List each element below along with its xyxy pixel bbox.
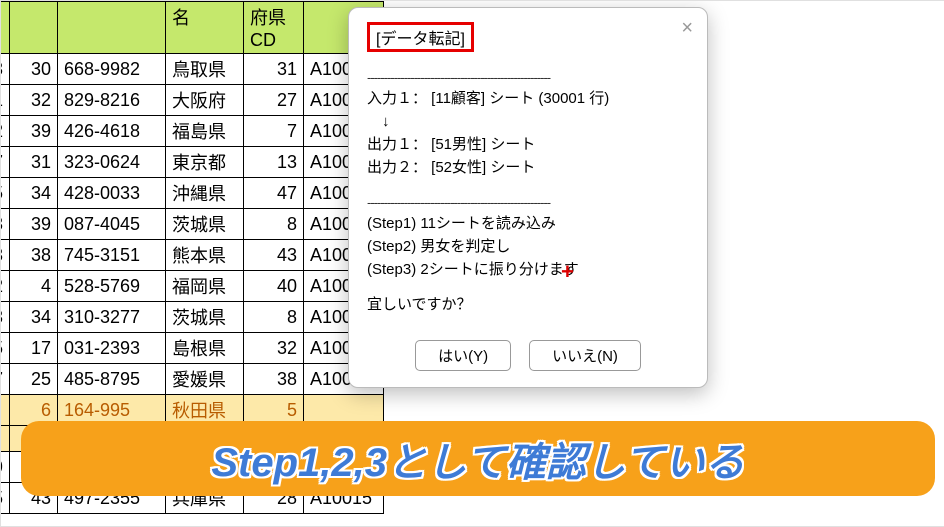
- table-row[interactable]: 731323-0624東京都13A100: [0, 147, 384, 178]
- table-row[interactable]: 132829-8216大阪府27A100: [0, 85, 384, 116]
- cell[interactable]: 25: [10, 364, 58, 395]
- cell[interactable]: 485-8795: [58, 364, 166, 395]
- cell[interactable]: 310-3277: [58, 302, 166, 333]
- cell[interactable]: 2: [0, 116, 10, 147]
- cell[interactable]: 茨城県: [166, 302, 244, 333]
- cell[interactable]: 31: [10, 147, 58, 178]
- cell[interactable]: 43: [244, 240, 304, 271]
- table-row[interactable]: 517031-2393島根県32A100: [0, 333, 384, 364]
- cell[interactable]: 福岡県: [166, 271, 244, 302]
- step3-line: (Step3) 2シートに振り分けます: [367, 258, 689, 279]
- cell[interactable]: 2: [0, 271, 10, 302]
- cell[interactable]: 668-9982: [58, 54, 166, 85]
- cell[interactable]: 東京都: [166, 147, 244, 178]
- step2-line: (Step2) 男女を判定し: [367, 235, 689, 256]
- cell[interactable]: 426-4618: [58, 116, 166, 147]
- cell[interactable]: 745-3151: [58, 240, 166, 271]
- cell[interactable]: 34: [10, 302, 58, 333]
- cell[interactable]: 8: [244, 209, 304, 240]
- cell[interactable]: 7: [244, 116, 304, 147]
- confirm-dialog: [データ転記] × ------------------------------…: [348, 7, 708, 388]
- header-prefcd: 府県 CD: [244, 2, 304, 54]
- cell[interactable]: 323-0624: [58, 147, 166, 178]
- table-row[interactable]: 24528-5769福岡県40A100: [0, 271, 384, 302]
- cell[interactable]: 32: [244, 333, 304, 364]
- cell[interactable]: 38: [244, 364, 304, 395]
- cell[interactable]: 428-0033: [58, 178, 166, 209]
- cell[interactable]: 829-8216: [58, 85, 166, 116]
- cell[interactable]: 40: [244, 271, 304, 302]
- input-line: 入力１： [11顧客] シート (30001 行): [367, 87, 689, 108]
- separator: ----------------------------------------…: [367, 70, 689, 85]
- caption-text: Step1,2,3として確認している: [211, 430, 744, 488]
- cell[interactable]: 7: [0, 364, 10, 395]
- caption-banner: Step1,2,3として確認している: [21, 421, 935, 496]
- cell[interactable]: 47: [244, 178, 304, 209]
- cell[interactable]: 087-4045: [58, 209, 166, 240]
- dialog-title: [データ転記]: [367, 22, 474, 52]
- cell[interactable]: 熊本県: [166, 240, 244, 271]
- cell[interactable]: 39: [10, 116, 58, 147]
- cell[interactable]: 34: [10, 178, 58, 209]
- step1-line: (Step1) 11シートを読み込み: [367, 212, 689, 233]
- cell[interactable]: 5: [0, 178, 10, 209]
- cell[interactable]: 福島県: [166, 116, 244, 147]
- cell[interactable]: 17: [10, 333, 58, 364]
- cell[interactable]: 8: [244, 302, 304, 333]
- cell[interactable]: 3: [0, 54, 10, 85]
- close-icon[interactable]: ×: [681, 18, 693, 38]
- cell[interactable]: 大阪府: [166, 85, 244, 116]
- cell[interactable]: 1: [0, 85, 10, 116]
- table-row[interactable]: 534428-0033沖縄県47A100: [0, 178, 384, 209]
- cell[interactable]: 30: [10, 54, 58, 85]
- cell[interactable]: 3: [0, 302, 10, 333]
- header-row: 名 府県 CD: [0, 2, 384, 54]
- cell[interactable]: 鳥取県: [166, 54, 244, 85]
- cell[interactable]: 38: [10, 240, 58, 271]
- cell[interactable]: [0, 426, 10, 452]
- cell[interactable]: 31: [244, 54, 304, 85]
- table-row[interactable]: 334310-3277茨城県8A100: [0, 302, 384, 333]
- cell[interactable]: 3: [0, 240, 10, 271]
- separator: ----------------------------------------…: [367, 195, 689, 210]
- cell[interactable]: 031-2393: [58, 333, 166, 364]
- cell[interactable]: 沖縄県: [166, 178, 244, 209]
- table-row[interactable]: 330668-9982鳥取県31A100: [0, 54, 384, 85]
- table-row[interactable]: 725485-8795愛媛県38A10011: [0, 364, 384, 395]
- cell[interactable]: 茨城県: [166, 209, 244, 240]
- cell[interactable]: 7: [0, 147, 10, 178]
- cell[interactable]: 愛媛県: [166, 364, 244, 395]
- cell[interactable]: 3: [0, 209, 10, 240]
- table-row[interactable]: 338745-3151熊本県43A100: [0, 240, 384, 271]
- arrow-line: ↓: [367, 110, 689, 131]
- cell[interactable]: 9: [0, 452, 10, 483]
- cell[interactable]: 5: [0, 483, 10, 514]
- table-row[interactable]: 239426-4618福島県7A100: [0, 116, 384, 147]
- output2-line: 出力２： [52女性] シート: [367, 156, 689, 177]
- screenshot: 名 府県 CD 330668-9982鳥取県31A100132829-8216大…: [0, 0, 944, 527]
- table-row[interactable]: 339087-4045茨城県8A100: [0, 209, 384, 240]
- cell[interactable]: 4: [10, 271, 58, 302]
- confirm-line: 宜しいですか？: [367, 293, 689, 314]
- cell[interactable]: 39: [10, 209, 58, 240]
- cell[interactable]: 32: [10, 85, 58, 116]
- yes-button[interactable]: はい(Y): [415, 340, 511, 371]
- cell[interactable]: 5: [0, 333, 10, 364]
- no-button[interactable]: いいえ(N): [529, 340, 641, 371]
- cell[interactable]: 27: [244, 85, 304, 116]
- header-name: 名: [166, 2, 244, 54]
- cell[interactable]: [0, 395, 10, 426]
- output1-line: 出力１： [51男性] シート: [367, 133, 689, 154]
- cell[interactable]: 528-5769: [58, 271, 166, 302]
- cell[interactable]: 13: [244, 147, 304, 178]
- cell[interactable]: 島根県: [166, 333, 244, 364]
